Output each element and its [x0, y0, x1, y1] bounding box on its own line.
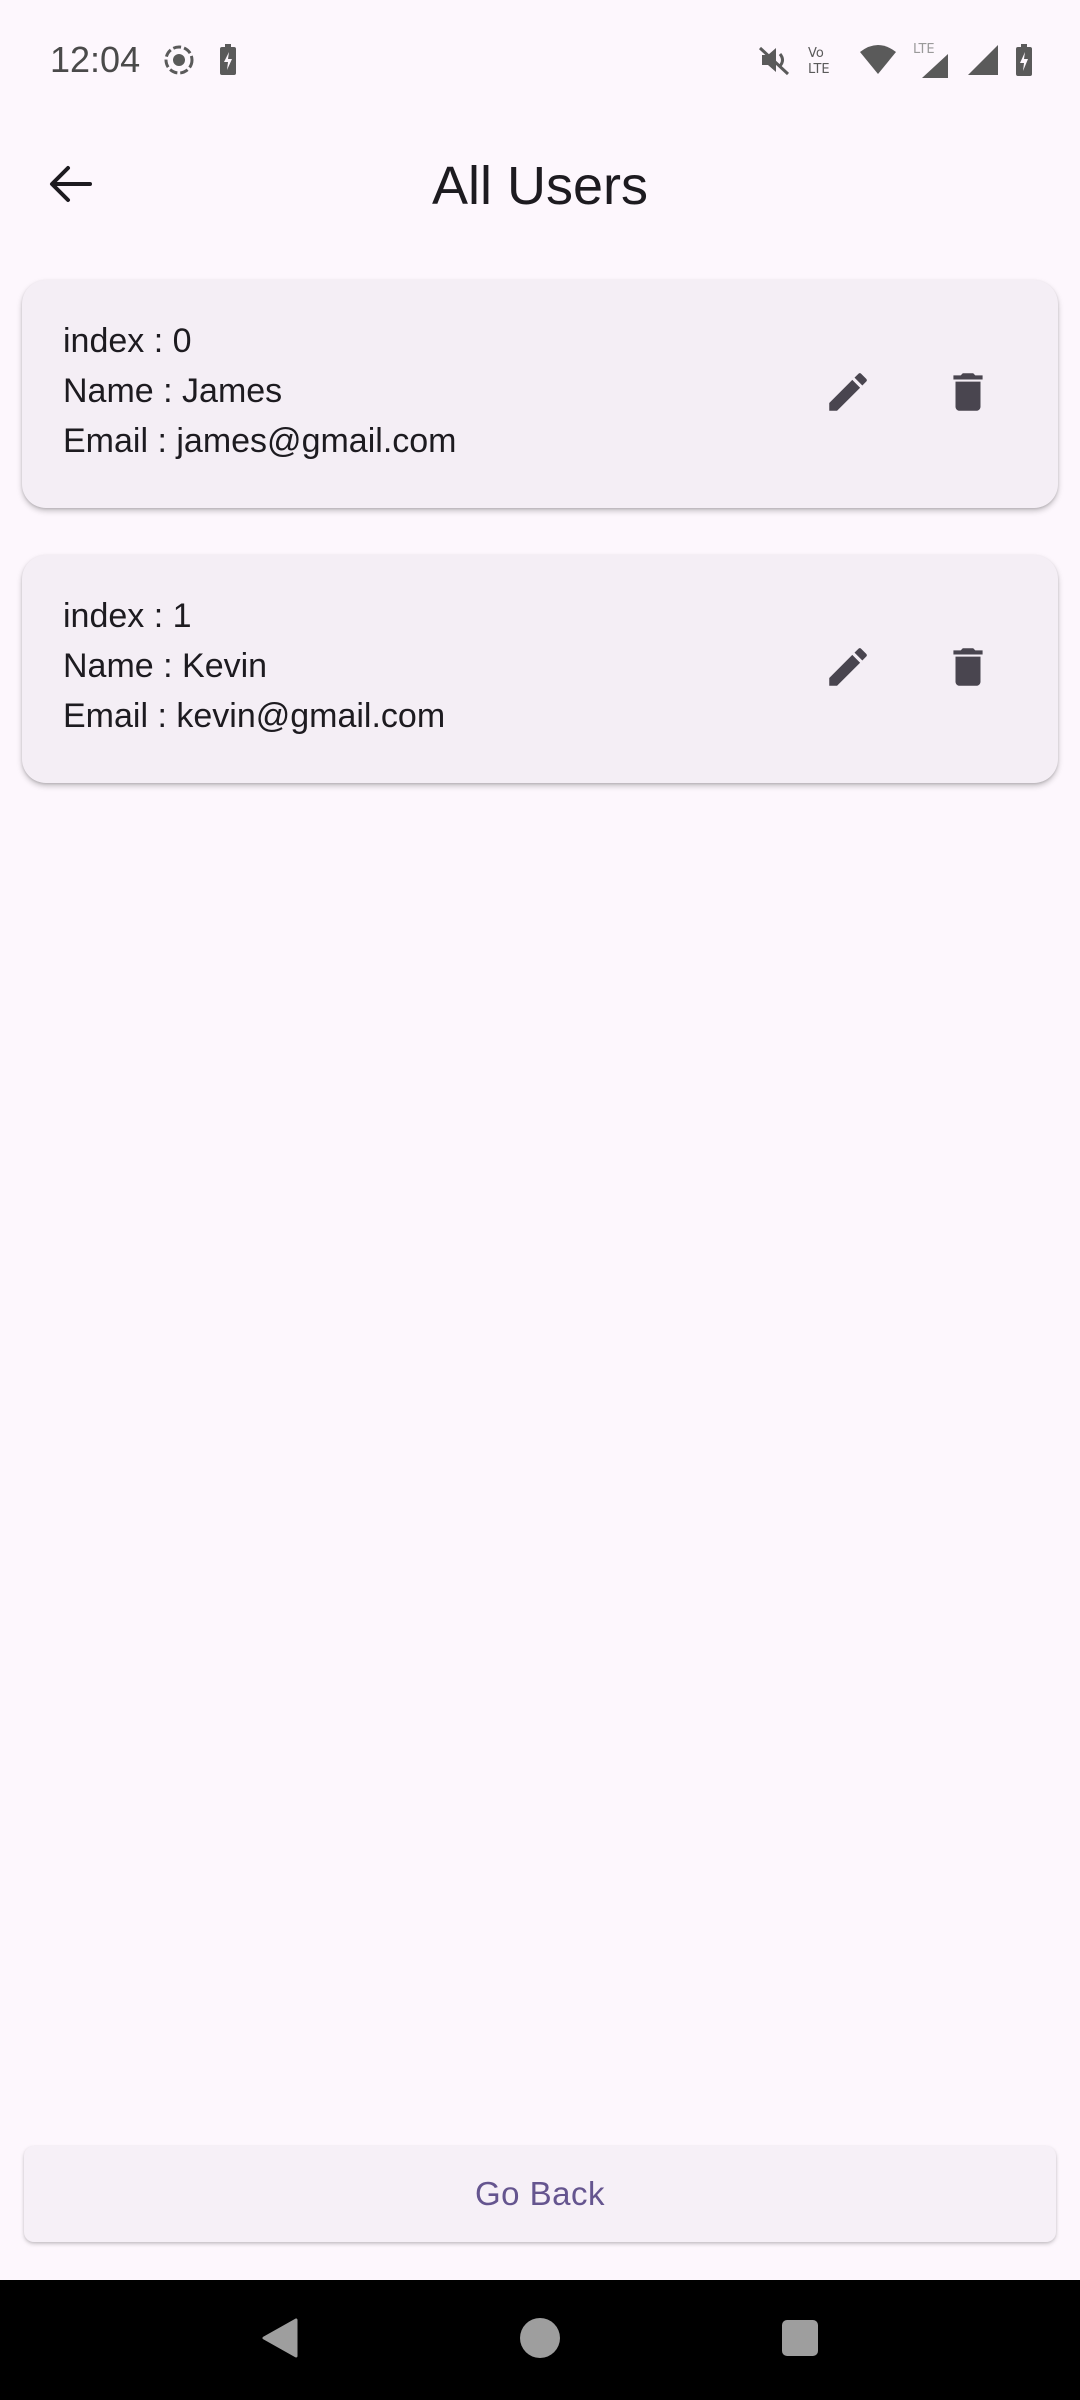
- user-card: index : 0 Name : James Email : james@gma…: [22, 280, 1058, 508]
- nav-home-button[interactable]: [495, 2295, 585, 2385]
- back-button[interactable]: [30, 146, 110, 226]
- delete-user-button[interactable]: [928, 619, 1008, 719]
- go-back-button[interactable]: Go Back: [24, 2146, 1056, 2242]
- navigation-bar: [0, 2280, 1080, 2400]
- nav-back-icon: [258, 2316, 302, 2365]
- user-index: index : 0: [63, 322, 192, 360]
- nav-back-button[interactable]: [235, 2295, 325, 2385]
- lte-signal-icon: LTE: [912, 40, 952, 80]
- svg-text:Vo: Vo: [808, 46, 824, 61]
- battery-charging-icon: [1014, 42, 1034, 78]
- arrow-back-icon: [48, 164, 92, 209]
- status-right: Vo LTE LTE: [756, 40, 1034, 80]
- user-email: Email : kevin@gmail.com: [63, 697, 446, 735]
- wifi-icon: [858, 44, 898, 76]
- status-bar: 12:04 Vo LTE LTE: [0, 0, 1080, 120]
- nav-recents-button[interactable]: [755, 2295, 845, 2385]
- user-email: Email : james@gmail.com: [63, 422, 457, 460]
- user-info: index : 1 Name : Kevin Email : kevin@gma…: [63, 591, 445, 741]
- edit-user-button[interactable]: [808, 344, 888, 444]
- user-index: index : 1: [63, 597, 192, 635]
- page-title: All Users: [431, 156, 649, 216]
- user-name: Name : James: [63, 372, 283, 410]
- user-info: index : 0 Name : James Email : james@gma…: [63, 316, 457, 466]
- pencil-icon: [823, 642, 873, 697]
- app-bar: All Users: [0, 120, 1080, 252]
- nav-recents-icon: [780, 2318, 820, 2363]
- user-name: Name : Kevin: [63, 647, 268, 685]
- user-card: index : 1 Name : Kevin Email : kevin@gma…: [22, 555, 1058, 783]
- pencil-icon: [823, 367, 873, 422]
- svg-text:LTE: LTE: [808, 62, 830, 77]
- status-time: 12:04: [50, 39, 141, 80]
- trash-icon: [943, 367, 993, 422]
- nav-home-icon: [518, 2316, 562, 2365]
- mute-icon: [756, 42, 792, 78]
- delete-user-button[interactable]: [928, 344, 1008, 444]
- battery-saver-icon: [218, 43, 238, 77]
- volte-icon: Vo LTE: [806, 42, 844, 78]
- trash-icon: [943, 642, 993, 697]
- user-actions: [808, 619, 1008, 719]
- screen-record-icon: [162, 43, 196, 77]
- status-left: 12:04: [50, 39, 238, 81]
- user-actions: [808, 344, 1008, 444]
- edit-user-button[interactable]: [808, 619, 888, 719]
- signal-icon: [966, 43, 1000, 77]
- all-users-screen: 12:04 Vo LTE LTE All Users index: 0 Nam…: [0, 0, 1080, 2400]
- svg-text:LTE: LTE: [913, 42, 935, 57]
